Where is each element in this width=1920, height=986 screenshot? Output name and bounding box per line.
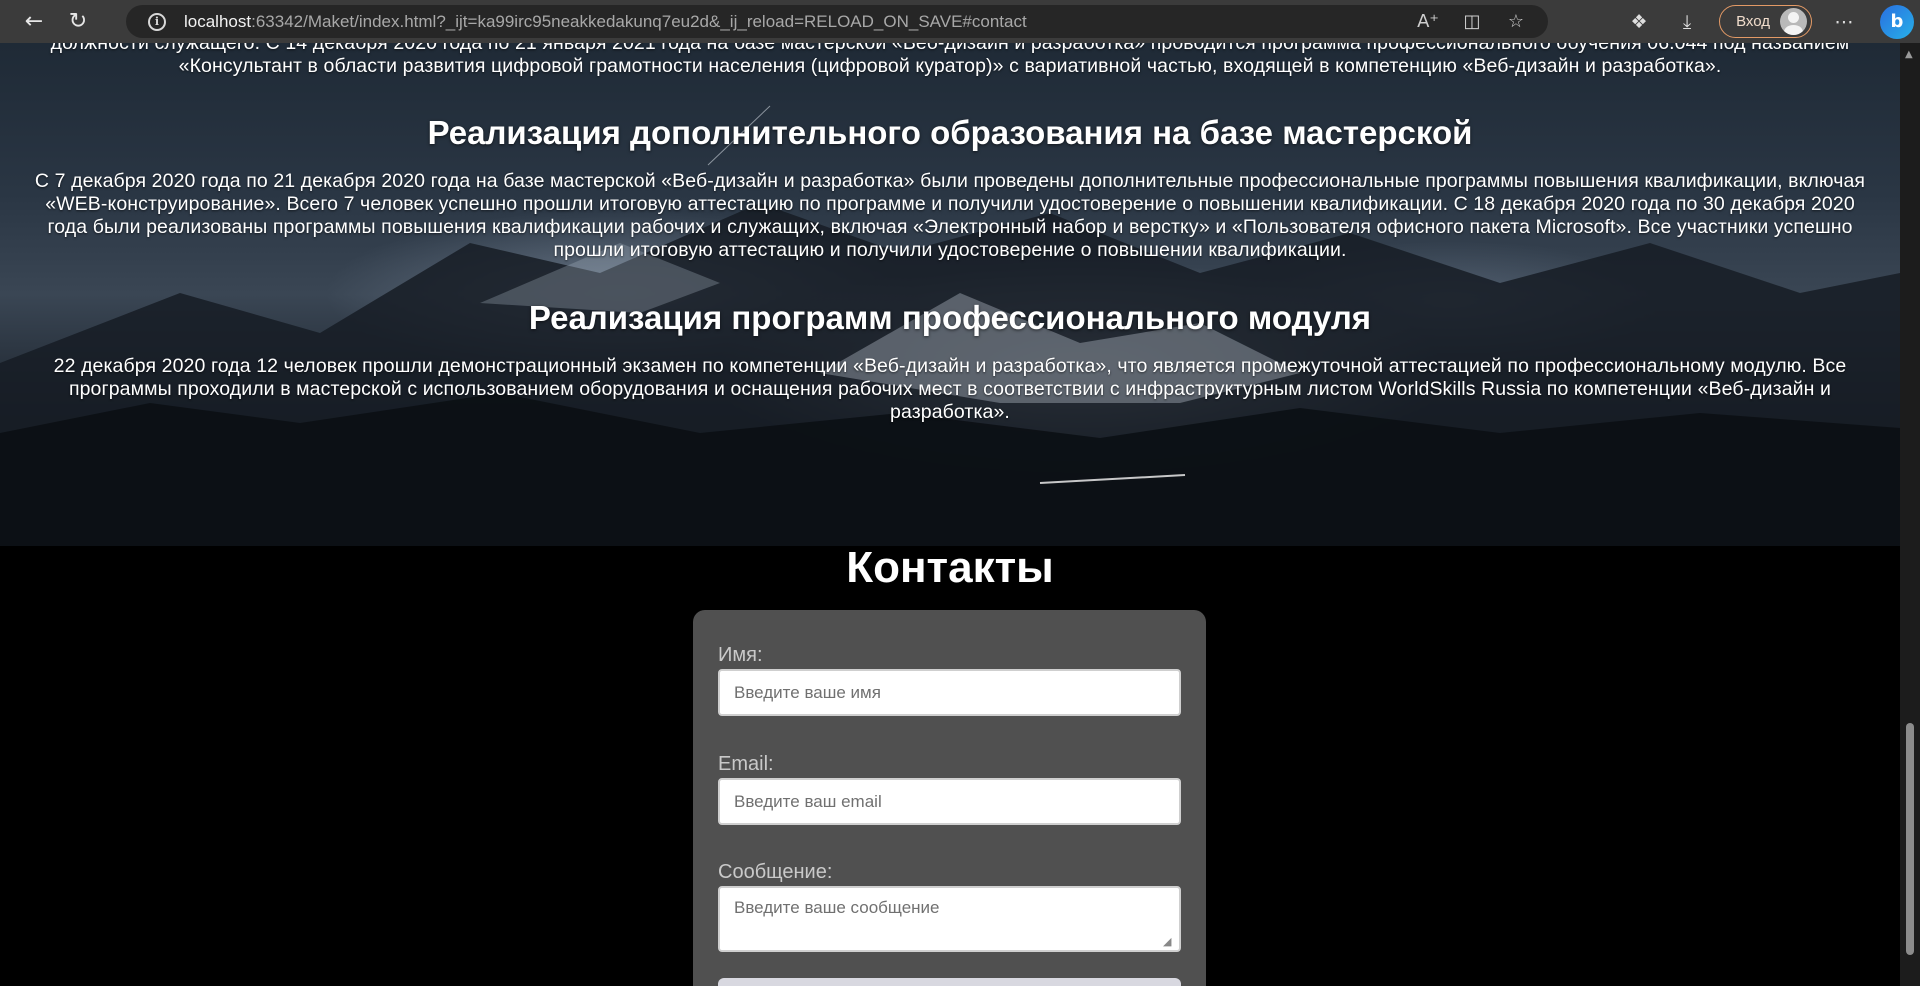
message-label: Сообщение: — [718, 861, 833, 883]
browser-toolbar: ← ↻ i localhost:63342/Maket/index.html?_… — [0, 0, 1920, 43]
heading-professional-module: Реализация программ профессионального мо… — [528, 299, 1372, 336]
resize-grip-icon[interactable]: ◢ — [1163, 935, 1171, 948]
scrollbar-thumb[interactable] — [1906, 723, 1914, 955]
name-label: Имя: — [718, 644, 763, 666]
email-input[interactable] — [718, 778, 1181, 825]
downloads-icon[interactable]: ⤓ — [1663, 11, 1711, 33]
hero-section: должности служащего. С 14 декабря 2020 г… — [0, 43, 1900, 546]
scroll-up-icon[interactable]: ▲ — [1905, 49, 1913, 60]
contacts-title: Контакты — [846, 543, 1054, 592]
url-path: :63342/Maket/index.html?_ijt=ka99irc95ne… — [251, 11, 1027, 31]
read-aloud-icon[interactable]: A⁺ — [1406, 11, 1450, 32]
more-menu-icon[interactable]: ⋯ — [1820, 11, 1868, 33]
login-button[interactable]: Вход — [1719, 5, 1812, 38]
add-favorite-icon[interactable]: ☆ — [1494, 11, 1538, 32]
name-input[interactable] — [718, 669, 1181, 716]
url-host: localhost — [184, 11, 252, 31]
paragraph-professional-module: 22 декабря 2020 года 12 человек прошли д… — [53, 355, 1847, 423]
submit-button[interactable] — [718, 978, 1181, 986]
email-label: Email: — [718, 753, 774, 775]
back-icon[interactable]: ← — [12, 0, 56, 43]
toolbar-right: ❖ ⤓ Вход ⋯ b — [1615, 0, 1920, 43]
url-text[interactable]: localhost:63342/Maket/index.html?_ijt=ka… — [184, 12, 1027, 32]
contact-form: Имя: Email: Сообщение: ◢ — [693, 610, 1206, 986]
heading-additional-education: Реализация дополнительного образования н… — [427, 114, 1473, 151]
reload-icon[interactable]: ↻ — [56, 0, 100, 43]
address-bar[interactable]: i localhost:63342/Maket/index.html?_ijt=… — [126, 5, 1548, 38]
paragraph-additional-education: С 7 декабря 2020 года по 21 декабря 2020… — [34, 170, 1866, 261]
address-bar-actions: A⁺ ◫ ☆ — [1406, 5, 1538, 38]
bing-copilot-icon[interactable]: b — [1880, 4, 1914, 39]
message-textarea[interactable] — [718, 886, 1181, 952]
page-scrollbar[interactable]: ▲ — [1900, 43, 1920, 986]
immersive-reader-icon[interactable]: ◫ — [1450, 11, 1494, 32]
login-label: Вход — [1736, 13, 1770, 30]
extensions-icon[interactable]: ❖ — [1615, 11, 1663, 33]
site-info-icon[interactable]: i — [148, 12, 166, 31]
avatar — [1780, 8, 1807, 35]
paragraph-training: должности служащего. С 14 декабря 2020 г… — [50, 43, 1850, 77]
